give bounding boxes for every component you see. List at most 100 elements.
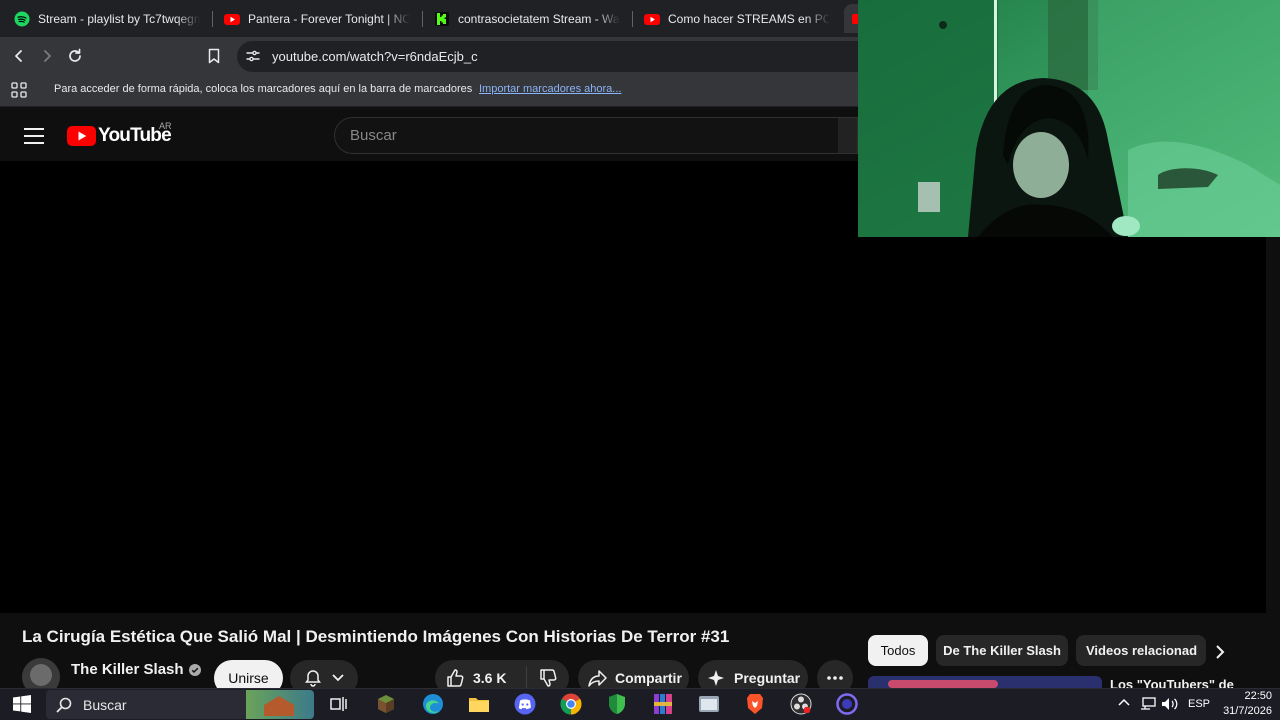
taskbar-search-label: Buscar xyxy=(83,697,127,713)
share-label: Compartir xyxy=(615,670,682,686)
channel-name: The Killer Slash xyxy=(71,661,184,678)
archive-icon xyxy=(654,694,672,714)
browser-tab[interactable]: Como hacer STREAMS en PC ba xyxy=(644,4,830,33)
webcam-feed-image xyxy=(858,0,1280,237)
share-icon xyxy=(588,670,607,687)
chip-all[interactable]: Todos xyxy=(868,635,928,666)
tab-title: Pantera - Forever Tonight | NO S xyxy=(248,11,410,26)
folder-icon xyxy=(469,698,489,712)
region-code: AR xyxy=(159,121,172,131)
back-button[interactable] xyxy=(8,45,30,67)
app-circle-icon xyxy=(836,693,858,715)
kick-icon xyxy=(434,11,450,27)
video-title: La Cirugía Estética Que Salió Mal | Desm… xyxy=(22,627,730,646)
edge-icon xyxy=(423,694,443,714)
channel-name-group[interactable]: The Killer Slash xyxy=(71,661,201,678)
spotify-icon xyxy=(14,11,30,27)
windows-logo-icon xyxy=(13,695,31,713)
active-tab[interactable] xyxy=(844,4,858,33)
join-label: Unirse xyxy=(228,670,269,686)
taskbar-app-file-explorer[interactable] xyxy=(468,693,490,715)
related-video-title[interactable]: Los "YouTubers" de xyxy=(1110,676,1240,688)
related-video-thumbnail[interactable] xyxy=(868,676,1102,688)
taskbar-app-winrar[interactable] xyxy=(652,693,674,715)
taskbar-app-discord[interactable] xyxy=(514,693,536,715)
tab-title: contrasocietatem Stream - Watc xyxy=(458,11,620,26)
site-settings-icon[interactable] xyxy=(246,49,260,63)
back-arrow-icon xyxy=(15,50,22,62)
clock-date: 31/7/2026 xyxy=(1223,705,1272,717)
youtube-logo[interactable]: YouTube xyxy=(67,124,172,148)
like-button[interactable]: 3.6 K xyxy=(435,666,527,690)
youtube-play-icon xyxy=(67,126,96,146)
shield-icon xyxy=(609,694,625,714)
taskbar-app-chrome[interactable] xyxy=(560,693,582,715)
brave-icon xyxy=(747,694,763,714)
taskbar-app-obs[interactable] xyxy=(790,693,812,715)
import-bookmarks-link[interactable]: Importar marcadores ahora... xyxy=(479,83,621,95)
chevron-up-icon[interactable] xyxy=(1118,698,1130,706)
tab-divider xyxy=(632,11,633,27)
address-bar[interactable]: youtube.com/watch?v=r6ndaEcjb_c xyxy=(237,41,877,72)
thumbs-up-icon xyxy=(447,669,464,687)
app-window-icon xyxy=(699,696,719,712)
taskbar-app-window[interactable] xyxy=(698,693,720,715)
taskbar-app-circle[interactable] xyxy=(836,693,858,715)
bookmark-icon xyxy=(208,48,220,64)
chevron-right-icon xyxy=(1216,645,1225,659)
start-button[interactable] xyxy=(11,693,33,715)
bookmarks-hint: Para acceder de forma rápida, coloca los… xyxy=(54,83,473,95)
chip-label: Videos relacionad xyxy=(1086,643,1198,658)
chip-label: De The Killer Slash xyxy=(943,643,1061,658)
taskbar-search-box[interactable]: Buscar xyxy=(46,690,314,719)
ask-label: Preguntar xyxy=(734,670,801,686)
youtube-favicon xyxy=(224,11,240,27)
tab-title: Como hacer STREAMS en PC ba xyxy=(668,11,830,26)
search-placeholder: Buscar xyxy=(350,127,397,144)
browser-tab[interactable]: contrasocietatem Stream - Watc xyxy=(434,4,620,33)
like-count: 3.6 K xyxy=(473,670,507,686)
obs-icon xyxy=(790,693,812,715)
search-input[interactable]: Buscar xyxy=(334,117,854,154)
youtube-favicon xyxy=(644,11,660,27)
menu-icon[interactable] xyxy=(22,124,46,148)
more-horizontal-icon xyxy=(827,676,843,680)
thumbs-down-icon xyxy=(540,669,557,687)
taskbar-app-brave[interactable] xyxy=(744,693,766,715)
language-indicator[interactable]: ESP xyxy=(1188,698,1210,710)
taskbar-app-vpn[interactable] xyxy=(606,693,628,715)
chevron-down-icon xyxy=(332,674,344,682)
reload-button[interactable] xyxy=(64,45,86,67)
chip-related[interactable]: Videos relacionad xyxy=(1076,635,1206,666)
discord-icon xyxy=(514,693,536,715)
chips-next-button[interactable] xyxy=(1208,640,1232,664)
taskbar-app-minecraft[interactable] xyxy=(375,693,397,715)
dislike-button[interactable] xyxy=(527,668,569,688)
browser-tab[interactable]: Pantera - Forever Tonight | NO S xyxy=(224,4,410,33)
search-button[interactable] xyxy=(838,117,858,154)
reload-icon xyxy=(69,48,81,62)
verified-badge-icon xyxy=(188,663,201,676)
apps-grid-icon[interactable] xyxy=(11,82,27,98)
browser-tab[interactable]: Stream - playlist by Tc7twqegm4 xyxy=(14,4,200,33)
task-view-button[interactable] xyxy=(328,693,350,715)
chrome-icon xyxy=(560,693,582,715)
forward-button[interactable] xyxy=(36,45,58,67)
system-clock[interactable]: 22:50 31/7/2026 xyxy=(1216,689,1272,719)
webcam-overlay xyxy=(858,0,1280,237)
tab-title: Stream - playlist by Tc7twqegm4 xyxy=(38,11,200,26)
taskbar-app-edge[interactable] xyxy=(422,693,444,715)
chip-label: Todos xyxy=(880,643,916,658)
minecraft-icon xyxy=(378,695,394,713)
sparkle-icon xyxy=(708,670,724,686)
clock-time: 22:50 xyxy=(1244,690,1272,702)
tab-divider xyxy=(212,11,213,27)
volume-icon[interactable] xyxy=(1161,697,1179,711)
tab-divider xyxy=(422,11,423,27)
bookmark-star-button[interactable] xyxy=(203,45,225,67)
search-highlight-image xyxy=(246,690,314,719)
task-view-icon xyxy=(330,697,347,711)
network-icon[interactable] xyxy=(1140,697,1156,711)
url-text: youtube.com/watch?v=r6ndaEcjb_c xyxy=(272,49,478,64)
chip-from-channel[interactable]: De The Killer Slash xyxy=(936,635,1068,666)
